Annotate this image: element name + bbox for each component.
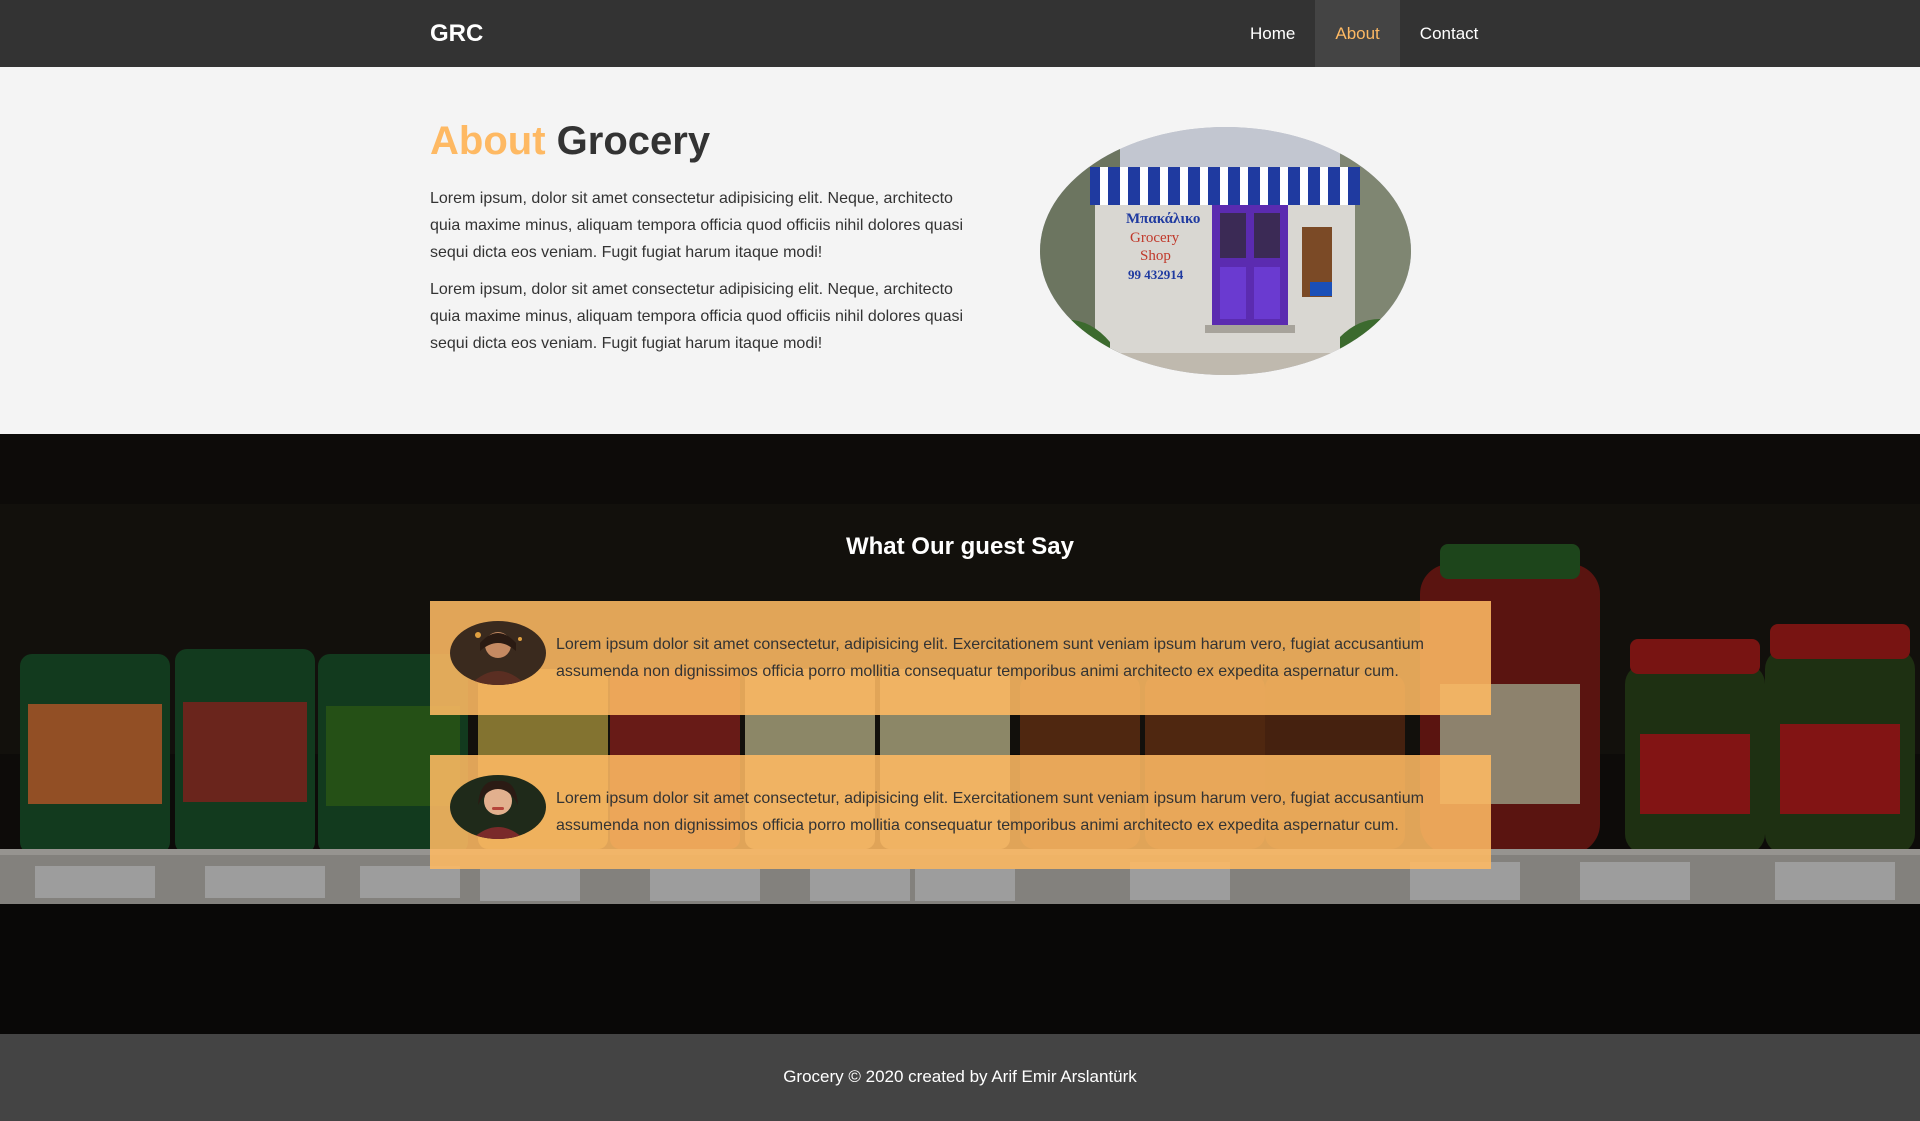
footer: Grocery © 2020 created by Arif Emir Arsl… — [0, 1034, 1920, 1121]
main-nav: Home About Contact — [1230, 0, 1498, 67]
sign-text-line3: Shop — [1140, 248, 1171, 264]
shop-front-illustration: Μπακάλικο Grocery Shop 99 432914 — [1040, 127, 1411, 375]
footer-copyright: Grocery © 2020 created by Arif Emir Arsl… — [783, 1067, 1137, 1086]
testimonial-text: Lorem ipsum dolor sit amet consectetur, … — [556, 636, 1424, 680]
testimonial-card: Lorem ipsum dolor sit amet consectetur, … — [430, 755, 1491, 869]
shop-front-image: Μπακάλικο Grocery Shop 99 432914 — [1040, 127, 1411, 375]
about-title-rest: Grocery — [556, 119, 711, 163]
nav-link-about[interactable]: About — [1315, 0, 1400, 67]
testimonials-title: What Our guest Say — [845, 533, 1075, 560]
about-title: About Grocery — [430, 119, 710, 164]
testimonial-text: Lorem ipsum dolor sit amet consectetur, … — [556, 790, 1424, 834]
about-section: About Grocery Lorem ipsum, dolor sit ame… — [0, 67, 1920, 434]
guest-avatar — [450, 621, 546, 685]
nav-link-contact[interactable]: Contact — [1400, 0, 1499, 67]
grocery-shelf-background — [0, 434, 1920, 1034]
testimonials-section: What Our guest Say Lorem ipsum dolor sit… — [0, 434, 1920, 1034]
brand-logo[interactable]: GRC — [430, 20, 483, 48]
about-paragraph-1: Lorem ipsum, dolor sit amet consectetur … — [430, 190, 964, 261]
about-title-accent: About — [430, 119, 546, 163]
nav-link-home[interactable]: Home — [1230, 0, 1315, 67]
sign-text-line1: Μπακάλικο — [1126, 211, 1200, 227]
about-paragraph-2: Lorem ipsum, dolor sit amet consectetur … — [430, 281, 964, 352]
navbar: GRC Home About Contact — [0, 0, 1920, 67]
guest-avatar — [450, 775, 546, 839]
sign-text-line2: Grocery — [1130, 230, 1180, 246]
testimonial-card: Lorem ipsum dolor sit amet consectetur, … — [430, 601, 1491, 715]
sign-text-line4: 99 432914 — [1128, 267, 1184, 282]
